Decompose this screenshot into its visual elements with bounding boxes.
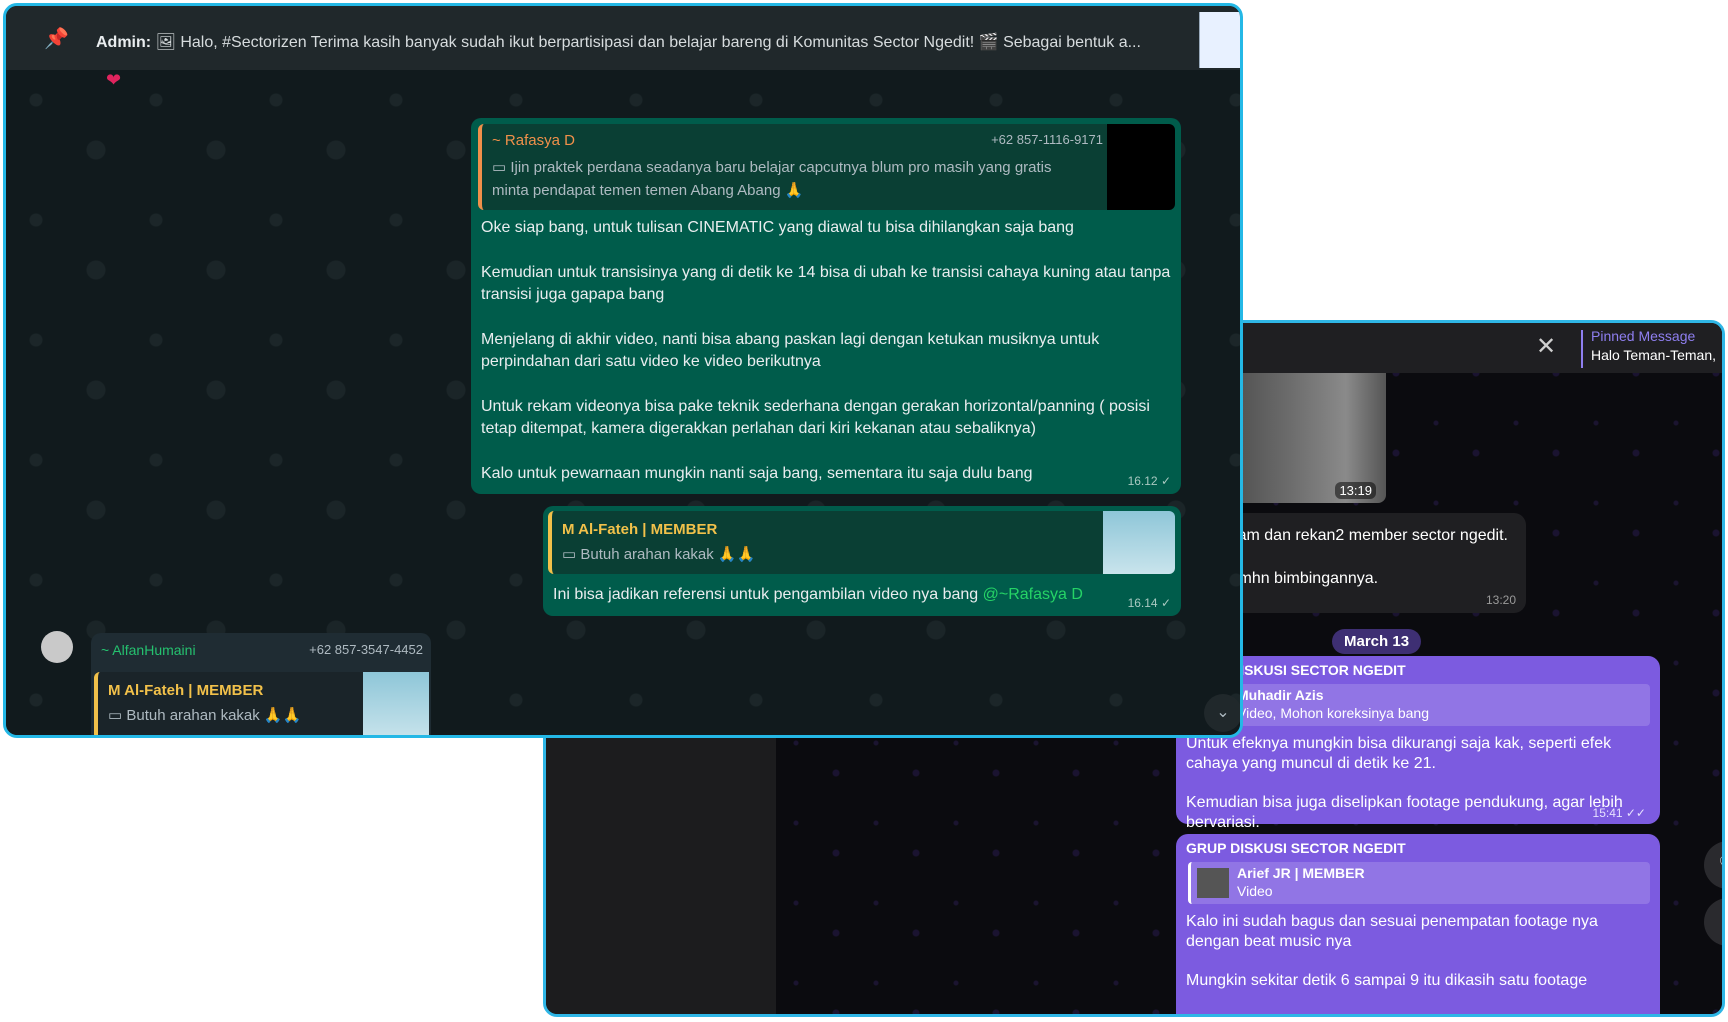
message-body: Kalo ini sudah bagus dan sesuai penempat… [1186, 912, 1646, 1010]
quoted-name: M Al-Fateh | MEMBER [108, 682, 264, 699]
quoted-message[interactable]: ~ Rafasya D +62 857-1116-9171 ▭ Ijin pra… [478, 124, 1111, 210]
sender-phone: +62 857-3547-4452 [309, 642, 423, 657]
video-timestamp: 13:19 [1335, 482, 1376, 499]
message-text: Ini bisa jadikan referensi untuk pengamb… [553, 586, 1083, 603]
pin-icon: 📌 [44, 28, 69, 50]
message-body: Oke siap bang, untuk tulisan CINEMATIC y… [481, 217, 1171, 508]
message-bubble[interactable]: GRUP DISKUSI SECTOR NGEDIT Muhadir Azis … [1176, 656, 1660, 831]
reply-text: Video [1237, 883, 1273, 899]
video-icon: ▭ [562, 546, 581, 563]
reply-text: Video, Mohon koreksinya bang [1237, 705, 1429, 721]
message-paragraph: Menjelang di akhir video, nanti bisa aba… [481, 331, 1100, 370]
sender-name[interactable]: ~ AlfanHumaini [101, 642, 196, 658]
whatsapp-window: 📌 Admin: 🖼 Halo, #Sectorizen Terima kasi… [3, 3, 1243, 738]
pinned-message-bar[interactable]: 📌 Admin: 🖼 Halo, #Sectorizen Terima kasi… [6, 6, 1240, 70]
video-thumbnail [1197, 868, 1229, 898]
mention-link[interactable]: @~Rafasya D [983, 586, 1083, 603]
message-paragraph: Untuk rekam videonya bisa pake teknik se… [481, 398, 1150, 437]
pinned-text[interactable]: Halo Teman-Teman, [1591, 347, 1716, 363]
reply-name: Arief JR | MEMBER [1237, 865, 1365, 881]
quoted-text: ▭ Butuh arahan kakak 🙏🙏 [562, 546, 756, 563]
message-paragraph: Oke siap bang, untuk tulisan CINEMATIC y… [481, 219, 1074, 236]
reply-preview[interactable]: Arief JR | MEMBER Video [1188, 862, 1650, 904]
reply-name: Muhadir Azis [1237, 687, 1324, 703]
message-bubble[interactable]: M Al-Fateh | MEMBER ▭ Butuh arahan kakak… [543, 506, 1181, 616]
reply-preview[interactable]: Muhadir Azis Video, Mohon koreksinya ban… [1188, 684, 1650, 726]
message-time: 16.12 ✓ [1127, 474, 1171, 488]
pinned-thumbnail[interactable] [1199, 12, 1240, 68]
pinned-author: Admin: [96, 34, 152, 51]
quoted-message[interactable]: M Al-Fateh | MEMBER ▭ Butuh arahan kakak… [94, 672, 367, 735]
message-paragraph: Mungkin sekitar detik 6 sampai 9 itu dik… [1186, 972, 1588, 989]
avatar[interactable] [41, 631, 73, 663]
quoted-thumbnail [1107, 124, 1175, 210]
pinned-indicator [1581, 330, 1583, 368]
chevron-down-icon[interactable]: ⌄ [1204, 694, 1240, 732]
message-bubble[interactable]: GRUP DISKUSI SECTOR NGEDIT Arief JR | ME… [1176, 834, 1660, 1014]
pinned-title[interactable]: Pinned Message [1591, 328, 1695, 344]
message-time: 15:41 ✓✓ [1592, 806, 1646, 820]
message-bubble[interactable]: ~ AlfanHumaini +62 857-3547-4452 M Al-Fa… [91, 633, 431, 735]
message-time: 16.14 ✓ [1127, 596, 1171, 610]
video-icon: ▭ [492, 159, 511, 176]
message-paragraph: Kemudian bisa juga diselipkan footage pe… [1186, 794, 1623, 831]
message-paragraph: Kalo ini sudah bagus dan sesuai penempat… [1186, 913, 1598, 950]
pinned-preview: Halo, #Sectorizen Terima kasih banyak su… [180, 34, 1141, 51]
message-paragraph: Untuk efeknya mungkin bisa dikurangi saj… [1186, 735, 1612, 772]
message-paragraph: Kemudian untuk transisinya yang di detik… [481, 264, 1171, 303]
quoted-message[interactable]: M Al-Fateh | MEMBER ▭ Butuh arahan kakak… [548, 511, 1107, 574]
message-bubble[interactable]: ~ Rafasya D +62 857-1116-9171 ▭ Ijin pra… [471, 118, 1181, 494]
pinned-message-text[interactable]: Admin: 🖼 Halo, #Sectorizen Terima kasih … [96, 32, 1141, 52]
quoted-thumbnail [1103, 511, 1175, 574]
quoted-name: ~ Rafasya D [492, 132, 575, 149]
quoted-thumbnail [363, 672, 429, 735]
sender-name[interactable]: GRUP DISKUSI SECTOR NGEDIT [1186, 840, 1406, 856]
message-paragraph: Kalo untuk pewarnaan mungkin nanti saja … [481, 465, 1033, 482]
close-icon[interactable]: ✕ [1536, 335, 1556, 359]
reaction-heart-icon: ❤ [106, 70, 122, 90]
quoted-text: ▭ Butuh arahan kakak 🙏🙏 [108, 707, 302, 724]
quoted-name: M Al-Fateh | MEMBER [562, 521, 718, 538]
quoted-text: ▭ Ijin praktek perdana seadanya baru bel… [492, 159, 1052, 199]
video-icon: ▭ [108, 707, 127, 724]
image-icon: 🖼 [155, 34, 176, 51]
quoted-phone: +62 857-1116-9171 [991, 132, 1103, 147]
date-separator: March 13 [1332, 629, 1422, 654]
message-time: 13:20 [1485, 593, 1516, 607]
